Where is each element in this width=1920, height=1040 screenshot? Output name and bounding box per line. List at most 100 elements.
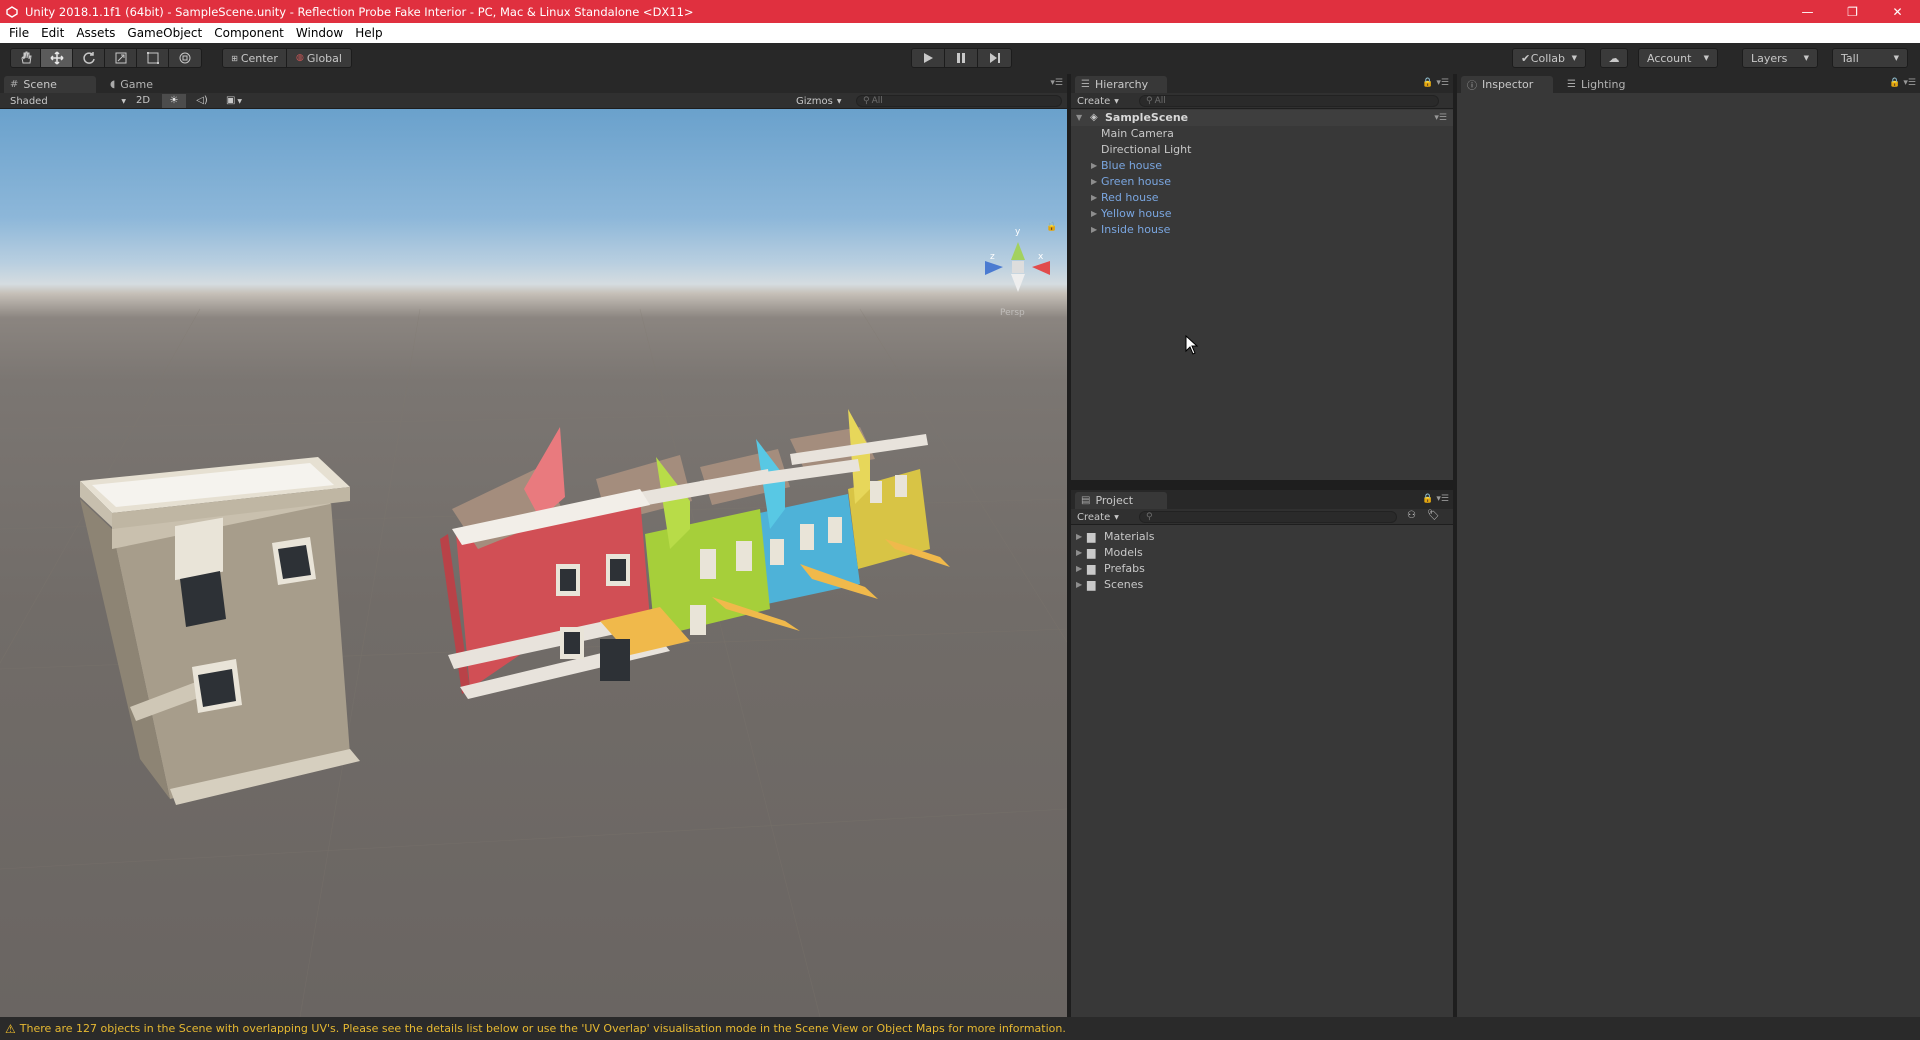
- status-bar[interactable]: ⚠ There are 127 objects in the Scene wit…: [0, 1017, 1920, 1040]
- shading-mode-dropdown[interactable]: Shaded ▼: [4, 94, 126, 108]
- window-controls: — ❐ ✕: [1785, 0, 1920, 23]
- hierarchy-create-dropdown[interactable]: Create ▼: [1077, 94, 1119, 108]
- gizmos-dropdown[interactable]: Gizmos ▼: [796, 94, 848, 108]
- hierarchy-search-input[interactable]: ⚲ All: [1139, 95, 1439, 107]
- menu-assets[interactable]: Assets: [70, 23, 121, 43]
- toggle-2d-button[interactable]: 2D: [130, 94, 156, 108]
- chevron-down-icon: ▼: [1893, 54, 1899, 62]
- folder-icon: ▆: [1087, 562, 1096, 575]
- lighting-icon: ☰: [1567, 79, 1576, 90]
- hierarchy-item-red-house[interactable]: ▶ Red house: [1071, 190, 1453, 206]
- panel-menu-icon[interactable]: ▾☰: [1050, 78, 1063, 88]
- tab-game[interactable]: ◖ Game: [104, 76, 184, 93]
- scene-viewport[interactable]: y x z Persp 🔒: [0, 109, 1067, 1017]
- project-folder-materials[interactable]: ▶ ▆ Materials: [1071, 529, 1453, 545]
- menu-help[interactable]: Help: [349, 23, 388, 43]
- effects-dropdown[interactable]: ▣ ▼: [218, 94, 250, 108]
- hand-tool-button[interactable]: [11, 49, 41, 67]
- splitter-horizontal[interactable]: [1071, 480, 1453, 490]
- collab-dropdown[interactable]: ✔ Collab ▼: [1512, 48, 1586, 68]
- rect-tool-button[interactable]: [137, 49, 169, 67]
- filter-by-label-icon[interactable]: 🏷: [1427, 510, 1440, 521]
- transform-tool-button[interactable]: [169, 49, 201, 67]
- scene-search-input[interactable]: ⚲ All: [856, 95, 1062, 107]
- space-global-toggle[interactable]: ◍ Global: [287, 49, 351, 67]
- menu-file[interactable]: File: [3, 23, 35, 43]
- tab-scene[interactable]: # Scene: [4, 76, 96, 93]
- expand-arrow-icon[interactable]: ▶: [1076, 545, 1082, 561]
- hierarchy-item-green-house[interactable]: ▶ Green house: [1071, 174, 1453, 190]
- expand-arrow-icon[interactable]: ▶: [1091, 206, 1097, 222]
- project-create-dropdown[interactable]: Create ▼: [1077, 510, 1119, 524]
- project-folder-models[interactable]: ▶ ▆ Models: [1071, 545, 1453, 561]
- sun-icon: ☀: [169, 95, 179, 106]
- menu-gameobject[interactable]: GameObject: [121, 23, 208, 43]
- warning-icon: ⚠: [5, 1021, 16, 1036]
- tab-inspector[interactable]: ⓘ Inspector: [1461, 76, 1553, 93]
- expand-arrow-icon[interactable]: ▶: [1076, 577, 1082, 593]
- account-dropdown[interactable]: Account ▼: [1638, 48, 1718, 68]
- expand-arrow-icon[interactable]: ▶: [1076, 561, 1082, 577]
- folder-label: Models: [1104, 546, 1143, 559]
- restore-button[interactable]: ❐: [1830, 0, 1875, 23]
- menu-component[interactable]: Component: [208, 23, 290, 43]
- project-folder-prefabs[interactable]: ▶ ▆ Prefabs: [1071, 561, 1453, 577]
- filter-by-type-icon[interactable]: ⚇: [1407, 510, 1416, 521]
- hierarchy-item-directional-light[interactable]: Directional Light: [1071, 142, 1453, 158]
- check-icon: ✔: [1521, 51, 1531, 65]
- scene-control-bar: Shaded ▼ 2D ☀ ◁) ▣ ▼ Gizmos ▼ ⚲ All: [0, 93, 1067, 109]
- hierarchy-item-yellow-house[interactable]: ▶ Yellow house: [1071, 206, 1453, 222]
- play-button[interactable]: [912, 49, 945, 67]
- info-icon: ⓘ: [1467, 81, 1477, 92]
- pivot-center-toggle[interactable]: ⊞ Center: [223, 49, 287, 67]
- expand-arrow-icon[interactable]: ▶: [1091, 222, 1097, 238]
- hierarchy-item-inside-house[interactable]: ▶ Inside house: [1071, 222, 1453, 238]
- chevron-down-icon: ▼: [235, 98, 242, 105]
- project-folder-scenes[interactable]: ▶ ▆ Scenes: [1071, 577, 1453, 593]
- chevron-down-icon: ▼: [1803, 54, 1809, 62]
- panel-menu-icon[interactable]: 🔒 ▾☰: [1422, 78, 1449, 88]
- hierarchy-toolbar: Create ▼ ⚲ All: [1071, 93, 1453, 109]
- lighting-toggle[interactable]: ☀: [162, 94, 186, 108]
- audio-toggle[interactable]: ◁): [190, 94, 214, 108]
- chevron-down-icon: ▼: [836, 97, 842, 105]
- panel-menu-icon[interactable]: 🔒 ▾☰: [1422, 494, 1449, 504]
- project-search-input[interactable]: ⚲: [1139, 511, 1397, 523]
- expand-arrow-icon[interactable]: ▶: [1076, 529, 1082, 545]
- collapse-arrow-icon[interactable]: ▼: [1076, 110, 1082, 126]
- lock-icon[interactable]: 🔒: [1046, 221, 1057, 232]
- scene-root-row[interactable]: ▼ ◈ SampleScene ▾☰: [1071, 110, 1453, 126]
- minimize-button[interactable]: —: [1785, 0, 1830, 23]
- hierarchy-item-main-camera[interactable]: Main Camera: [1071, 126, 1453, 142]
- pause-button[interactable]: [945, 49, 978, 67]
- play-icon: [924, 53, 933, 63]
- move-tool-button[interactable]: [41, 49, 73, 67]
- splitter-vertical-left[interactable]: [1067, 74, 1071, 1017]
- tab-project[interactable]: ▤ Project: [1075, 492, 1167, 509]
- hand-icon: [20, 51, 32, 64]
- rotate-tool-button[interactable]: [73, 49, 105, 67]
- expand-arrow-icon[interactable]: ▶: [1091, 158, 1097, 174]
- panel-menu-icon[interactable]: 🔒 ▾☰: [1889, 78, 1916, 88]
- unity-scene-icon: ◈: [1090, 112, 1098, 123]
- menu-window[interactable]: Window: [290, 23, 349, 43]
- layout-dropdown[interactable]: Tall ▼: [1832, 48, 1908, 68]
- inside-house[interactable]: [80, 457, 360, 805]
- menu-edit[interactable]: Edit: [35, 23, 70, 43]
- splitter-vertical-right[interactable]: [1453, 74, 1457, 1017]
- close-button[interactable]: ✕: [1875, 0, 1920, 23]
- expand-arrow-icon[interactable]: ▶: [1091, 190, 1097, 206]
- scale-tool-button[interactable]: [105, 49, 137, 67]
- hierarchy-tree: ▼ ◈ SampleScene ▾☰ Main Camera Direction…: [1071, 110, 1453, 480]
- tab-hierarchy[interactable]: ☰ Hierarchy: [1075, 76, 1167, 93]
- cloud-button[interactable]: ☁: [1600, 48, 1628, 68]
- account-label: Account: [1647, 51, 1692, 65]
- scene-orientation-gizmo[interactable]: y x z Persp: [985, 227, 1050, 318]
- scene-menu-icon[interactable]: ▾☰: [1434, 110, 1447, 126]
- expand-arrow-icon[interactable]: ▶: [1091, 174, 1097, 190]
- layers-dropdown[interactable]: Layers ▼: [1742, 48, 1818, 68]
- project-tabbar: ▤ Project 🔒 ▾☰: [1071, 490, 1453, 509]
- hierarchy-item-blue-house[interactable]: ▶ Blue house: [1071, 158, 1453, 174]
- step-button[interactable]: [978, 49, 1011, 67]
- tab-lighting[interactable]: ☰ Lighting: [1561, 76, 1651, 93]
